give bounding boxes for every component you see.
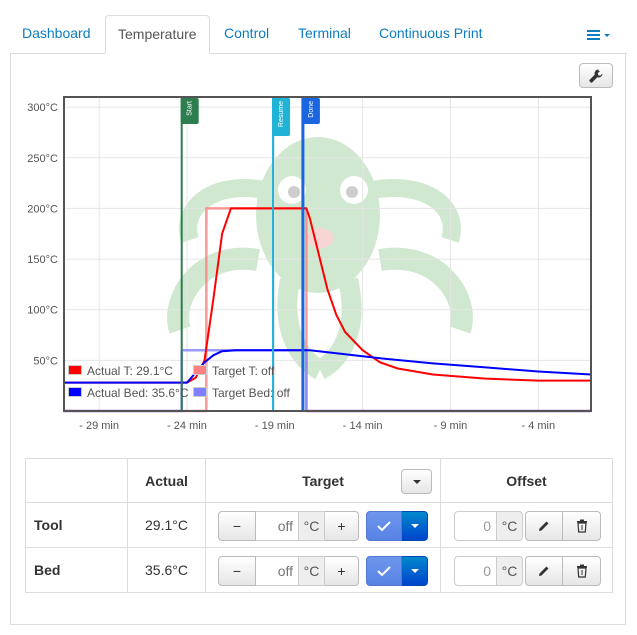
set-target-bed-button[interactable] — [366, 556, 402, 586]
legend-label-actual-bed: Actual Bed: 35.6°C — [87, 386, 189, 400]
pencil-icon — [539, 566, 549, 576]
legend-label-target-tool: Target T: off — [212, 364, 275, 378]
marker-label-done: Done — [308, 101, 315, 118]
target-options-bed-button[interactable] — [402, 556, 428, 586]
legend-swatch-target-tool — [193, 365, 207, 375]
decrement-target-bed-button[interactable]: − — [218, 556, 256, 586]
x-tick-label: - 14 min — [343, 420, 383, 432]
y-tick-label: 100°C — [27, 305, 58, 317]
table-row-bed: Bed 35.6°C − °C + °C — [25, 547, 613, 593]
legend-label-target-bed: Target Bed: off — [212, 386, 290, 400]
legend-swatch-actual-tool — [68, 365, 82, 375]
actual-bed: 35.6°C — [127, 547, 206, 593]
offset-unit-tool: °C — [497, 511, 523, 541]
x-tick-label: - 19 min — [255, 420, 295, 432]
reset-offset-bed-button[interactable] — [563, 556, 601, 586]
table-header-row: Actual Target Offset — [25, 458, 613, 503]
offset-input-tool[interactable] — [454, 511, 497, 541]
header-empty — [25, 458, 128, 503]
y-tick-label: 250°C — [27, 153, 58, 165]
y-tick-label: 150°C — [27, 254, 58, 266]
trash-icon — [576, 564, 587, 578]
edit-offset-tool-button[interactable] — [525, 511, 563, 541]
octoprint-watermark — [167, 137, 473, 379]
header-offset: Offset — [440, 458, 613, 503]
offset-input-group-tool: °C — [454, 511, 523, 541]
decrement-target-tool-button[interactable]: − — [218, 511, 256, 541]
set-target-group-tool — [366, 511, 428, 541]
header-target-label: Target — [302, 472, 344, 489]
offset-controls-bed: °C — [440, 547, 613, 593]
increment-target-bed-button[interactable]: + — [325, 556, 359, 586]
caret-down-icon — [412, 479, 421, 484]
offset-actions-tool — [525, 511, 601, 541]
target-unit-tool: °C — [299, 511, 325, 541]
offset-actions-bed — [525, 556, 601, 586]
offset-controls-tool: °C — [440, 502, 613, 548]
target-input-group-tool: − °C + — [218, 511, 359, 541]
marker-label-start: Start — [187, 101, 194, 116]
header-target: Target — [205, 458, 441, 503]
target-input-tool[interactable] — [256, 511, 299, 541]
y-axis-ticks: 50°C 100°C 150°C 200°C 250°C 300°C — [27, 102, 58, 367]
marker-label-resume: Resume — [278, 101, 285, 127]
x-tick-label: - 29 min — [79, 420, 119, 432]
set-target-tool-button[interactable] — [366, 511, 402, 541]
table-row-tool: Tool 29.1°C − °C + °C — [25, 502, 613, 548]
y-tick-label: 300°C — [27, 102, 58, 114]
actual-tool: 29.1°C — [127, 502, 206, 548]
row-label-bed: Bed — [25, 547, 128, 593]
offset-unit-bed: °C — [497, 556, 523, 586]
target-input-bed[interactable] — [256, 556, 299, 586]
offset-input-group-bed: °C — [454, 556, 523, 586]
x-axis-ticks: - 29 min - 24 min - 19 min - 14 min - 9 min -… — [79, 420, 555, 432]
reset-offset-tool-button[interactable] — [563, 511, 601, 541]
x-tick-label: - 4 min — [521, 420, 555, 432]
increment-target-tool-button[interactable]: + — [325, 511, 359, 541]
x-tick-label: - 24 min — [167, 420, 207, 432]
target-presets-dropdown-button[interactable] — [401, 469, 432, 494]
trash-icon — [576, 519, 587, 533]
pencil-icon — [539, 521, 549, 531]
legend-swatch-target-bed — [193, 387, 207, 397]
x-tick-label: - 9 min — [434, 420, 468, 432]
legend-label-actual-tool: Actual T: 29.1°C — [87, 364, 173, 378]
temperature-table: Actual Target Offset Tool 29.1°C − °C + — [25, 458, 613, 593]
check-icon — [377, 521, 391, 532]
caret-down-icon — [410, 524, 419, 528]
caret-down-icon — [410, 569, 419, 573]
target-unit-bed: °C — [299, 556, 325, 586]
header-actual: Actual — [127, 458, 206, 503]
y-tick-label: 50°C — [33, 355, 58, 367]
target-input-group-bed: − °C + — [218, 556, 359, 586]
check-icon — [377, 566, 391, 577]
offset-input-bed[interactable] — [454, 556, 497, 586]
target-controls-tool: − °C + — [205, 502, 441, 548]
row-label-tool: Tool — [25, 502, 128, 548]
set-target-group-bed — [366, 556, 428, 586]
target-options-tool-button[interactable] — [402, 511, 428, 541]
legend-swatch-actual-bed — [68, 387, 82, 397]
target-controls-bed: − °C + — [205, 547, 441, 593]
edit-offset-bed-button[interactable] — [525, 556, 563, 586]
y-tick-label: 200°C — [27, 203, 58, 215]
